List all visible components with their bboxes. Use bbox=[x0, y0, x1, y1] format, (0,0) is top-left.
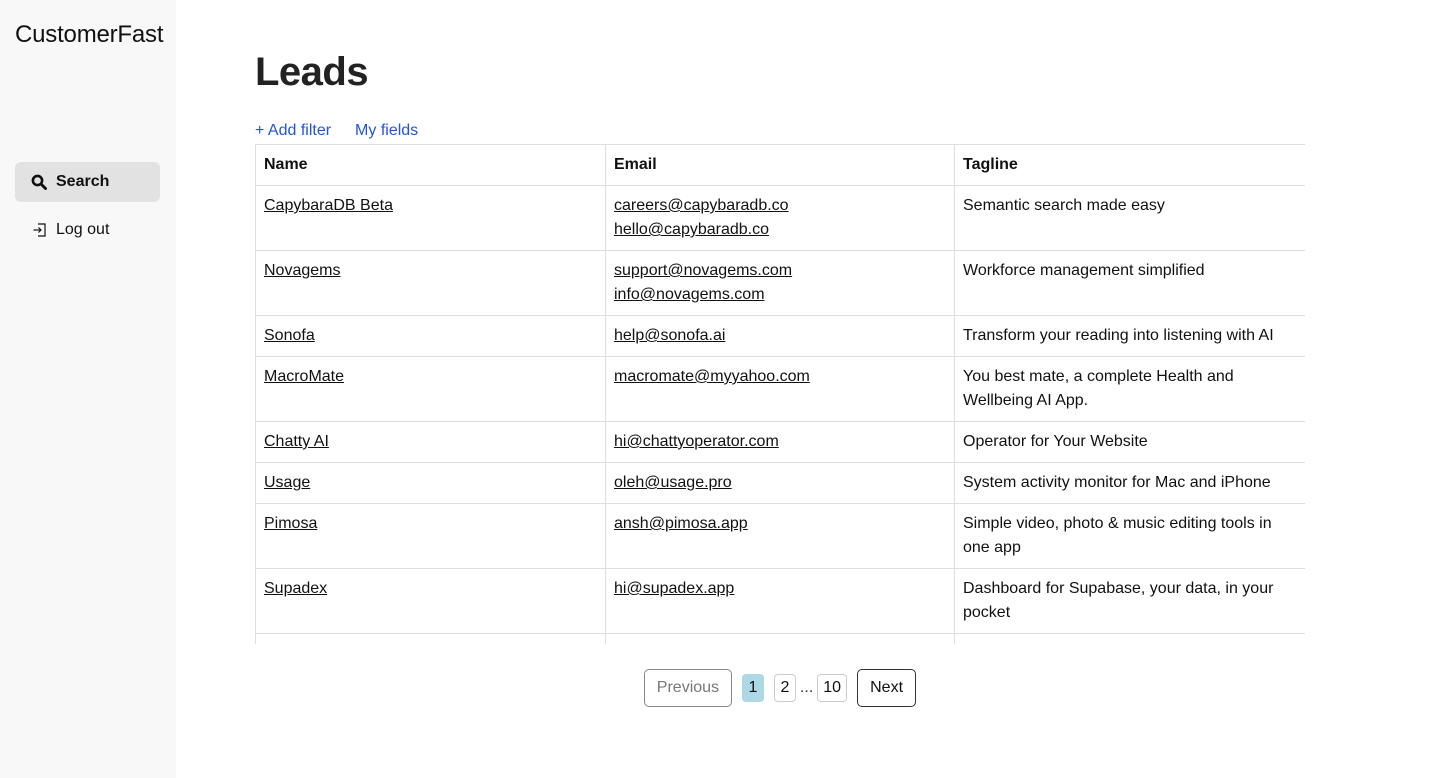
next-page-button[interactable]: Next bbox=[857, 669, 917, 707]
email-link[interactable]: oleh@usage.pro bbox=[614, 471, 946, 495]
cell-email: macromate@myyahoo.com bbox=[605, 356, 955, 422]
cell-email: help@sonofa.ai bbox=[605, 315, 955, 357]
cell-tagline: Semantic search made easy bbox=[954, 185, 1305, 251]
nav-item-search[interactable]: Search bbox=[15, 162, 160, 202]
nav-item-label: Search bbox=[56, 173, 110, 190]
lead-name-link[interactable]: Novagems bbox=[264, 262, 340, 279]
table-row: Usage oleh@usage.pro System activity monit… bbox=[255, 462, 1305, 504]
email-link[interactable]: careers@capybaradb.co bbox=[614, 194, 946, 218]
leads-table: Name Email Tagline CapybaraDB Beta career… bbox=[255, 144, 1305, 644]
table-row: Novagems support@novagems.com info@novagem… bbox=[255, 250, 1305, 316]
cell-email: oleh@usage.pro bbox=[605, 462, 955, 504]
email-link[interactable]: macromate@myyahoo.com bbox=[614, 365, 946, 389]
leads-table-container[interactable]: Name Email Tagline CapybaraDB Beta career… bbox=[255, 144, 1305, 644]
cell-tagline: You best mate, a complete Health and Wel… bbox=[954, 356, 1305, 422]
cell-tagline: Workforce management simplified bbox=[954, 250, 1305, 316]
nav-item-logout[interactable]: Log out bbox=[15, 210, 160, 250]
cell-tagline: Operator for Your Website bbox=[954, 421, 1305, 463]
pagination-ellipsis: ... bbox=[799, 679, 814, 696]
email-link[interactable]: ansh@pimosa.app bbox=[614, 512, 946, 536]
column-header-email: Email bbox=[605, 144, 955, 186]
lead-name-link[interactable]: Usage bbox=[264, 474, 310, 491]
lead-name-link[interactable]: Sonofa bbox=[264, 327, 315, 344]
cell-name: Sonofa bbox=[255, 315, 606, 357]
table-header-row: Name Email Tagline bbox=[255, 144, 1305, 186]
lead-name-link[interactable]: CapybaraDB Beta bbox=[264, 197, 393, 214]
page-number-1[interactable]: 1 bbox=[741, 674, 764, 702]
cell-tagline bbox=[954, 633, 1305, 644]
lead-name-link[interactable]: Chatty AI bbox=[264, 433, 329, 450]
email-link[interactable]: hello@capybaradb.co bbox=[614, 218, 946, 242]
pagination: Previous 1 2 ... 10 Next bbox=[0, 669, 1439, 707]
table-row bbox=[255, 633, 1305, 644]
search-icon bbox=[30, 173, 48, 191]
lead-name-link[interactable]: MacroMate bbox=[264, 368, 344, 385]
sidebar: CustomerFast Search Log out bbox=[0, 0, 176, 778]
table-row: Pimosa ansh@pimosa.app Simple video, photo… bbox=[255, 503, 1305, 569]
cell-tagline: System activity monitor for Mac and iPho… bbox=[954, 462, 1305, 504]
cell-name: Chatty AI bbox=[255, 421, 606, 463]
page-title: Leads bbox=[255, 50, 369, 94]
table-row: Sonofa help@sonofa.ai Transform your readi… bbox=[255, 315, 1305, 357]
add-filter-link[interactable]: + Add filter bbox=[255, 122, 331, 140]
cell-name: Pimosa bbox=[255, 503, 606, 569]
email-link[interactable]: support@novagems.com bbox=[614, 259, 946, 283]
cell-name: Supadex bbox=[255, 568, 606, 634]
table-row: MacroMate macromate@myyahoo.com You best m… bbox=[255, 356, 1305, 422]
brand-logo[interactable]: CustomerFast bbox=[15, 21, 164, 49]
cell-name: MacroMate bbox=[255, 356, 606, 422]
cell-name: CapybaraDB Beta bbox=[255, 185, 606, 251]
previous-page-button[interactable]: Previous bbox=[643, 669, 732, 707]
cell-email: hi@chattyoperator.com bbox=[605, 421, 955, 463]
toolbar: + Add filter My fields bbox=[255, 122, 418, 140]
cell-name: Novagems bbox=[255, 250, 606, 316]
email-link[interactable]: info@novagems.com bbox=[614, 283, 946, 307]
cell-email bbox=[605, 633, 955, 644]
email-link[interactable]: hi@supadex.app bbox=[614, 577, 946, 601]
cell-tagline: Dashboard for Supabase, your data, in yo… bbox=[954, 568, 1305, 634]
table-row: Supadex hi@supadex.app Dashboard for Supab… bbox=[255, 568, 1305, 634]
logout-icon bbox=[31, 221, 49, 239]
email-link[interactable]: hi@chattyoperator.com bbox=[614, 430, 946, 454]
column-header-name: Name bbox=[255, 144, 606, 186]
cell-email: careers@capybaradb.co hello@capybaradb.co bbox=[605, 185, 955, 251]
cell-name: Usage bbox=[255, 462, 606, 504]
cell-email: support@novagems.com info@novagems.com bbox=[605, 250, 955, 316]
my-fields-link[interactable]: My fields bbox=[355, 122, 418, 140]
email-link[interactable]: help@sonofa.ai bbox=[614, 324, 946, 348]
cell-name bbox=[255, 633, 606, 644]
cell-email: hi@supadex.app bbox=[605, 568, 955, 634]
table-row: CapybaraDB Beta careers@capybaradb.co hell… bbox=[255, 185, 1305, 251]
cell-tagline: Simple video, photo & music editing tool… bbox=[954, 503, 1305, 569]
lead-name-link[interactable]: Pimosa bbox=[264, 515, 317, 532]
column-header-tagline: Tagline bbox=[954, 144, 1305, 186]
nav-item-label: Log out bbox=[56, 221, 110, 238]
cell-tagline: Transform your reading into listening wi… bbox=[954, 315, 1305, 357]
page-number-2[interactable]: 2 bbox=[773, 674, 796, 702]
page-number-last[interactable]: 10 bbox=[817, 674, 848, 702]
lead-name-link[interactable]: Supadex bbox=[264, 580, 327, 597]
cell-email: ansh@pimosa.app bbox=[605, 503, 955, 569]
table-row: Chatty AI hi@chattyoperator.com Operator f… bbox=[255, 421, 1305, 463]
